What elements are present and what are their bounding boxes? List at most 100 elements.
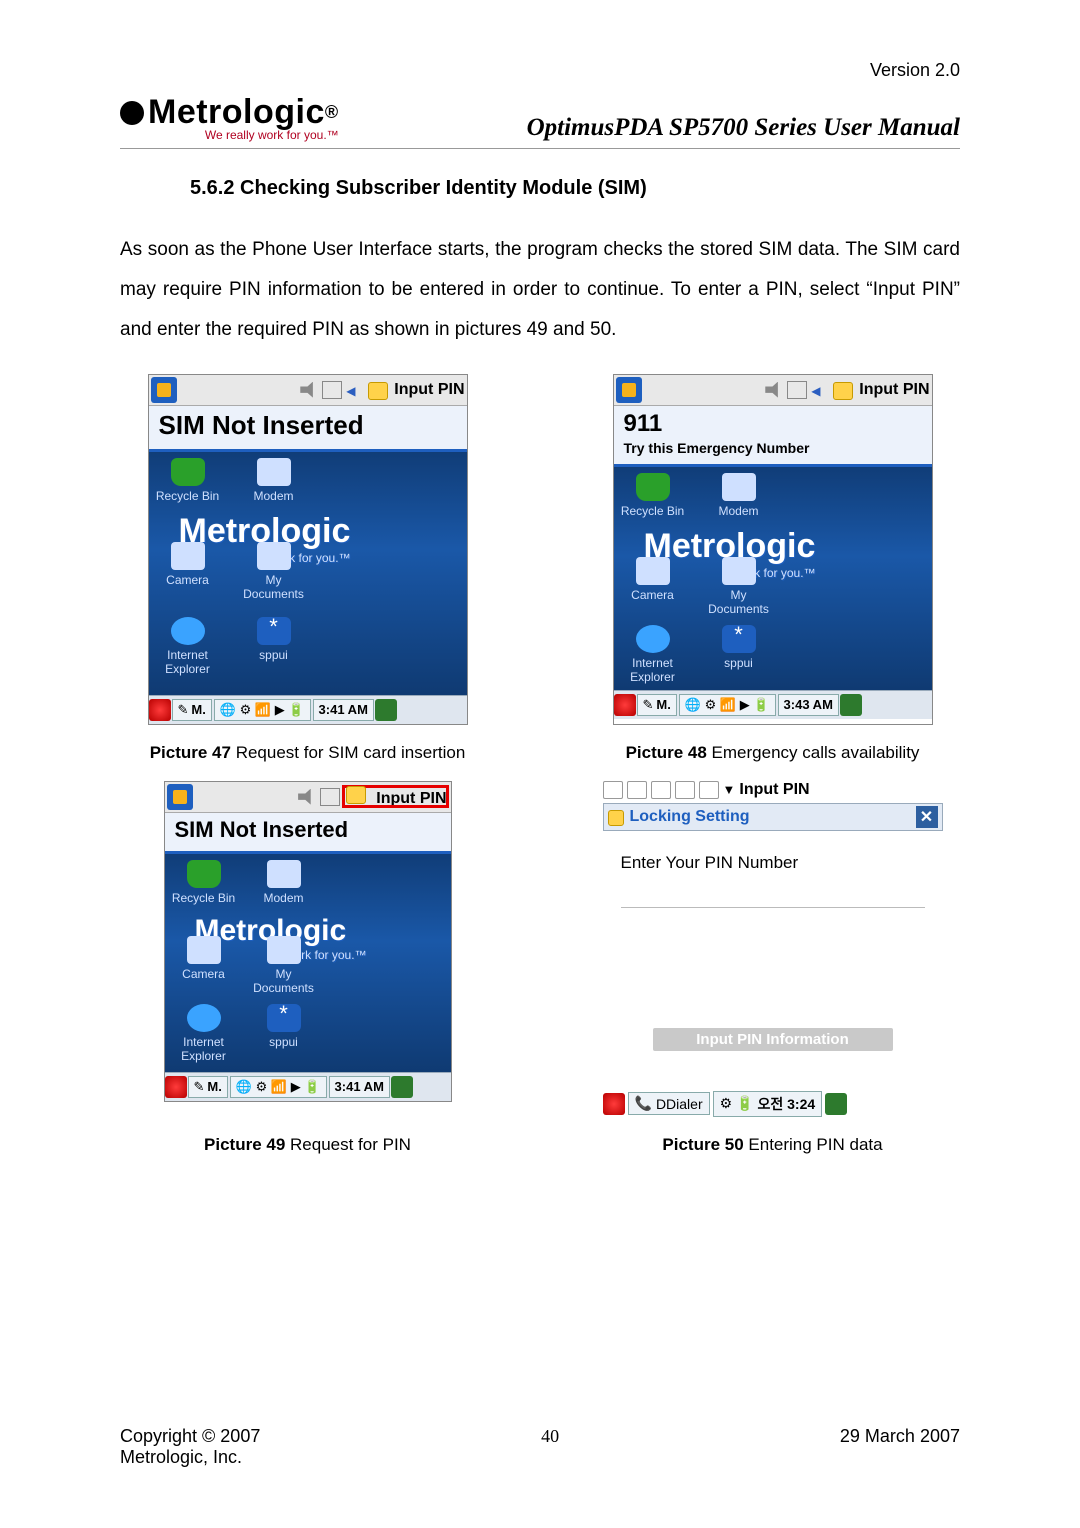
pin-input[interactable] [621,881,925,908]
notification-banner: SIM Not Inserted [149,406,467,452]
start-button[interactable] [149,699,171,721]
ie-icon[interactable]: Internet Explorer [169,1004,239,1063]
sppui-icon[interactable]: sppui [704,625,774,670]
pin-subheader: Locking Setting ✕ [603,803,943,831]
start-button[interactable] [603,1093,625,1115]
pin-sub-title: Locking Setting [630,808,750,826]
close-button[interactable]: ✕ [916,806,938,828]
banner-line2: Try this Emergency Number [624,440,922,456]
copyright-line1: Copyright © 2007 [120,1426,260,1447]
lock-icon [675,781,695,799]
lock-icon [346,786,366,804]
page-footer: Copyright © 2007 Metrologic, Inc. 40 29 … [120,1426,960,1468]
page-number: 40 [541,1426,559,1468]
camera-icon[interactable]: Camera [153,542,223,587]
task-mode[interactable]: ✎M. [188,1076,228,1098]
phone-button[interactable] [825,1093,847,1115]
document-title: OptimusPDA SP5700 Series User Manual [339,114,960,142]
pda-taskbar: ✎M. 🌐 ⚙ 📶 ▶ 🔋 3:41 AM [149,695,467,724]
phone-button[interactable] [391,1076,413,1098]
start-button[interactable] [165,1076,187,1098]
lock-icon [608,810,624,826]
camera-icon[interactable]: Camera [169,936,239,981]
highlighted-title: Input PIN [342,785,448,808]
banner-line1: SIM Not Inserted [159,410,457,441]
figure-47: Input PIN SIM Not Inserted Recycle Bin M… [148,374,468,725]
recycle-bin-icon[interactable]: Recycle Bin [169,860,239,905]
copyright-line2: Metrologic, Inc. [120,1447,260,1468]
pda-title: Input PIN [394,381,464,399]
dropdown-icon[interactable]: ▼ [723,782,736,797]
mail-icon [322,381,342,399]
tray-icons[interactable]: 🌐 ⚙ 📶 ▶ 🔋 [214,699,311,721]
mail-icon [320,788,340,806]
clock: 3:43 AM [778,694,839,716]
pin-title: Input PIN [739,781,809,799]
signal-icon [346,382,364,398]
caption-47: Picture 47 Request for SIM card insertio… [150,743,466,763]
sppui-icon[interactable]: sppui [239,617,309,662]
app-icon [151,377,177,403]
figure-48: Input PIN 911 Try this Emergency Number … [613,374,933,725]
figure-49: Input PIN SIM Not Inserted Recycle Bin M… [164,781,452,1102]
version-text: Version 2.0 [870,60,960,81]
signal-icon [811,382,829,398]
task-mode[interactable]: ✎M. [172,699,212,721]
tray-icons[interactable]: 🌐 ⚙ 📶 ▶ 🔋 [230,1076,327,1098]
app-icon [167,784,193,810]
pin-prompt: Enter Your PIN Number [621,853,925,873]
pda-desktop: Recycle Bin Modem Metrologicork for you.… [149,452,467,695]
recycle-bin-icon[interactable]: Recycle Bin [153,458,223,503]
speaker-icon [300,382,318,398]
mydocs-icon[interactable]: My Documents [704,557,774,616]
mydocs-icon[interactable]: My Documents [249,936,319,995]
pin-titlebar: ▼ Input PIN [603,781,943,799]
caption-48: Picture 48 Emergency calls availability [626,743,920,763]
mail-icon [787,381,807,399]
clock: 3:41 AM [329,1076,390,1098]
caption-50: Picture 50 Entering PIN data [662,1135,882,1155]
mydocs-icon[interactable]: My Documents [239,542,309,601]
figure-50: ▼ Input PIN Locking Setting ✕ Enter Your… [603,781,943,1117]
recycle-bin-icon[interactable]: Recycle Bin [618,473,688,518]
brand-logo: Metrologic® We really work for you.™ [120,93,339,142]
pda-titlebar: Input PIN [614,375,932,406]
footer-date: 29 March 2007 [840,1426,960,1468]
ie-icon[interactable]: Internet Explorer [153,617,223,676]
modem-icon[interactable]: Modem [249,860,319,905]
lock-icon [368,382,388,400]
phone-button[interactable] [375,699,397,721]
pda-title: Input PIN [376,790,446,807]
lock-icon [833,382,853,400]
battery-icon [603,781,623,799]
start-button[interactable] [614,694,636,716]
sppui-icon[interactable]: sppui [249,1004,319,1049]
tray-icons[interactable]: 🌐 ⚙ 📶 ▶ 🔋 [679,694,776,716]
logo-text: Metrologic [148,93,325,132]
task-app[interactable]: 📞 DDialer [628,1092,710,1115]
pin-taskbar: 📞 DDialer ⚙ 🔋 오전 3:24 [603,1091,943,1117]
pda-taskbar: ✎M. 🌐 ⚙ 📶 ▶ 🔋 3:43 AM [614,690,932,719]
tray-and-clock: ⚙ 🔋 오전 3:24 [713,1091,823,1117]
speaker-icon [627,781,647,799]
speaker-icon [298,789,316,805]
notification-banner: 911 Try this Emergency Number [614,406,932,467]
modem-icon[interactable]: Modem [239,458,309,503]
app-icon [616,377,642,403]
section-heading: 5.6.2 Checking Subscriber Identity Modul… [190,177,960,200]
pda-desktop: Recycle Bin Modem Metrologicork for you.… [165,854,451,1072]
task-mode[interactable]: ✎M. [637,694,677,716]
pda-titlebar: Input PIN [149,375,467,406]
banner-line1: 911 [624,410,922,438]
pda-title: Input PIN [859,381,929,399]
modem-icon[interactable]: Modem [704,473,774,518]
banner-line1: SIM Not Inserted [175,817,441,843]
folder-icon [651,781,671,799]
pin-submit-button[interactable]: Input PIN Information [653,1028,893,1051]
pda-desktop: Recycle Bin Modem Metrologicork for you.… [614,467,932,690]
camera-icon[interactable]: Camera [618,557,688,602]
ie-icon[interactable]: Internet Explorer [618,625,688,684]
phone-button[interactable] [840,694,862,716]
body-paragraph: As soon as the Phone User Interface star… [120,230,960,350]
speaker-icon [765,382,783,398]
